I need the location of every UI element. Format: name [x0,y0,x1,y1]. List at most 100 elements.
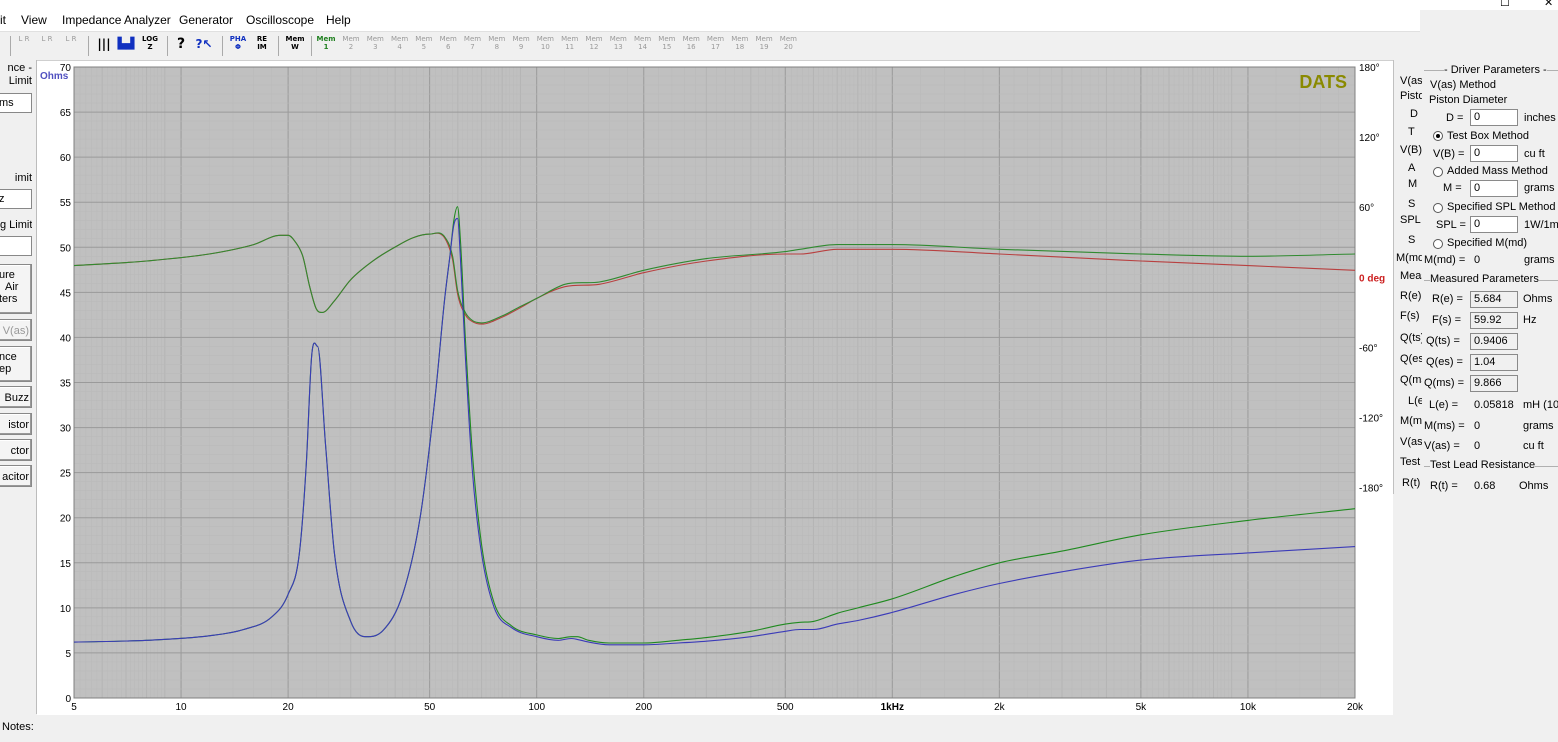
mms-label: M(ms) = [1424,420,1465,432]
memory-slot-button[interactable]: Mem 8 [487,35,507,55]
memory-slot-button[interactable]: Mem 12 [584,35,604,55]
clipped-panel-label: M(md [1396,252,1424,264]
d-label: D = [1446,112,1464,124]
memory-slot-button[interactable]: Mem 19 [754,35,774,55]
menu-oscilloscope[interactable]: Oscilloscope [246,13,314,27]
m-field[interactable]: 0 [1470,180,1518,197]
driver-parameters-title: - Driver Parameters - [1444,64,1547,76]
channel-right-button[interactable]: L R [40,35,54,55]
measure-free-air-line2: Air [5,281,19,293]
memory-slot-button[interactable]: Mem 6 [438,35,458,55]
clipped-panel-label: S [1408,198,1416,210]
y-tick-label: 40 [60,333,72,344]
resistor-button[interactable]: istor [0,413,32,435]
d-field[interactable]: 0 [1470,109,1518,126]
context-help-icon[interactable]: ?↖ [194,35,214,55]
specified-mmd-radio[interactable] [1433,239,1443,249]
close-icon[interactable]: ✕ [1544,0,1553,9]
menu-generator[interactable]: Generator [179,13,233,27]
clipped-panel-label: M(ms [1400,415,1424,427]
le-value: 0.05818 [1474,399,1514,411]
vb-field[interactable]: 0 [1470,145,1518,162]
m-unit: grams [1524,182,1555,194]
fs-label: F(s) = [1432,314,1462,326]
x-tick-label: 100 [528,702,545,713]
memory-slot-button[interactable]: Mem 16 [681,35,701,55]
specified-spl-method-radio[interactable] [1433,203,1443,213]
channel-left-button[interactable]: L R [17,35,31,55]
vas-method-label: V(as) Method [1430,79,1497,91]
memory-slot-button[interactable]: Mem 15 [657,35,677,55]
clipped-panel-label: V(B) [1400,144,1422,156]
y-tick-label: 25 [60,469,72,480]
x-tick-label: 200 [635,702,652,713]
menu-view[interactable]: View [21,13,47,27]
notes-bar: Notes: [0,718,1420,742]
memory-slot-button[interactable]: Mem 2 [341,35,361,55]
memory-slot-button[interactable]: Mem 3 [365,35,385,55]
memory-slot-button[interactable]: Mem 20 [778,35,798,55]
inductor-button[interactable]: ctor [0,439,32,461]
added-mass-method-label: Added Mass Method [1447,165,1548,177]
impedance-sweep-button[interactable]: nce ep [0,346,32,382]
test-box-method-radio[interactable] [1433,131,1443,141]
x-tick-label: 5 [71,702,77,713]
added-mass-method-radio[interactable] [1433,167,1443,177]
spl-field[interactable]: 0 [1470,216,1518,233]
capacitor-button[interactable]: acitor [0,465,32,487]
menu-edit[interactable]: it [0,13,6,27]
freq-limit-field[interactable]: z [0,189,32,209]
buzz-button[interactable]: Buzz [0,386,32,408]
impedance-limit-field[interactable]: ms [0,93,32,113]
menu-help[interactable]: Help [326,13,351,27]
memory-slot-button[interactable]: Mem 13 [608,35,628,55]
re-label: R(e) = [1432,293,1463,305]
impedance-limit-label-line1: nce - [7,62,32,74]
mmd-field[interactable]: 0 [1470,252,1518,269]
bar-graph-icon[interactable]: ▙▟ [117,35,135,55]
driver-parameters-panel-clipped: V(asPistoDTV(B)AMSSPLSM(mdMeasR(e)F(s)Q(… [1393,60,1424,494]
qms-label: Q(ms) = [1424,377,1465,389]
log-z-icon[interactable]: LOG Z [140,35,160,55]
x-tick-label: 20k [1347,702,1364,713]
toolbar-separator [222,36,223,56]
impedance-phase-chart[interactable]: 05101520253035404550556065705 10 20 50 100 20… [37,61,1393,715]
maximize-icon[interactable]: ☐ [1500,0,1510,9]
mmd-label: M(md) = [1424,254,1466,266]
y-tick-label: 65 [60,108,72,119]
piston-diameter-label: Piston Diameter [1429,94,1508,106]
measure-vas-button[interactable]: V(as) [0,319,32,341]
re-im-icon[interactable]: RE IM [252,35,272,55]
clipped-panel-label: Meas [1400,270,1424,282]
memory-slot-button[interactable]: Mem 9 [511,35,531,55]
memory-slot-button[interactable]: Mem 10 [535,35,555,55]
menu-impedance-analyzer[interactable]: Impedance Analyzer [62,13,171,27]
memory-1-button[interactable]: Mem 1 [316,35,336,55]
y-tick-label: 30 [60,424,72,435]
memory-slot-button[interactable]: Mem 5 [414,35,434,55]
y-tick-label: 10 [60,604,72,615]
phase-icon[interactable]: PHA Φ [228,35,248,55]
freq-limit-2-field[interactable] [0,236,32,256]
y2-tick-label: 180° [1359,63,1380,74]
memory-slot-button[interactable]: Mem 7 [463,35,483,55]
memory-slot-button[interactable]: Mem 4 [390,35,410,55]
freq-limit-label: imit [14,172,32,184]
measure-free-air-button[interactable]: ure Air ters [0,264,32,314]
clipped-panel-label: Q(ts) [1400,332,1424,344]
qes-field: 1.04 [1470,354,1518,371]
memory-slot-button[interactable]: Mem 18 [730,35,750,55]
memory-slot-button[interactable]: Mem 11 [560,35,580,55]
memory-slot-button[interactable]: Mem 14 [633,35,653,55]
memory-slot-button[interactable]: Mem 17 [706,35,726,55]
clipped-panel-label: M [1408,178,1418,190]
specified-spl-method-label: Specified SPL Method [1447,201,1556,213]
impedance-sweep-line2: ep [0,363,12,375]
x-tick-label: 10 [175,702,187,713]
memory-write-icon[interactable]: Mem W [285,35,305,55]
piano-icon[interactable]: ||| [94,35,114,55]
qms-field: 9.866 [1470,375,1518,392]
help-icon[interactable]: ? [174,35,188,55]
mms-unit: grams [1523,420,1554,432]
channel-both-button[interactable]: L R [62,35,80,55]
